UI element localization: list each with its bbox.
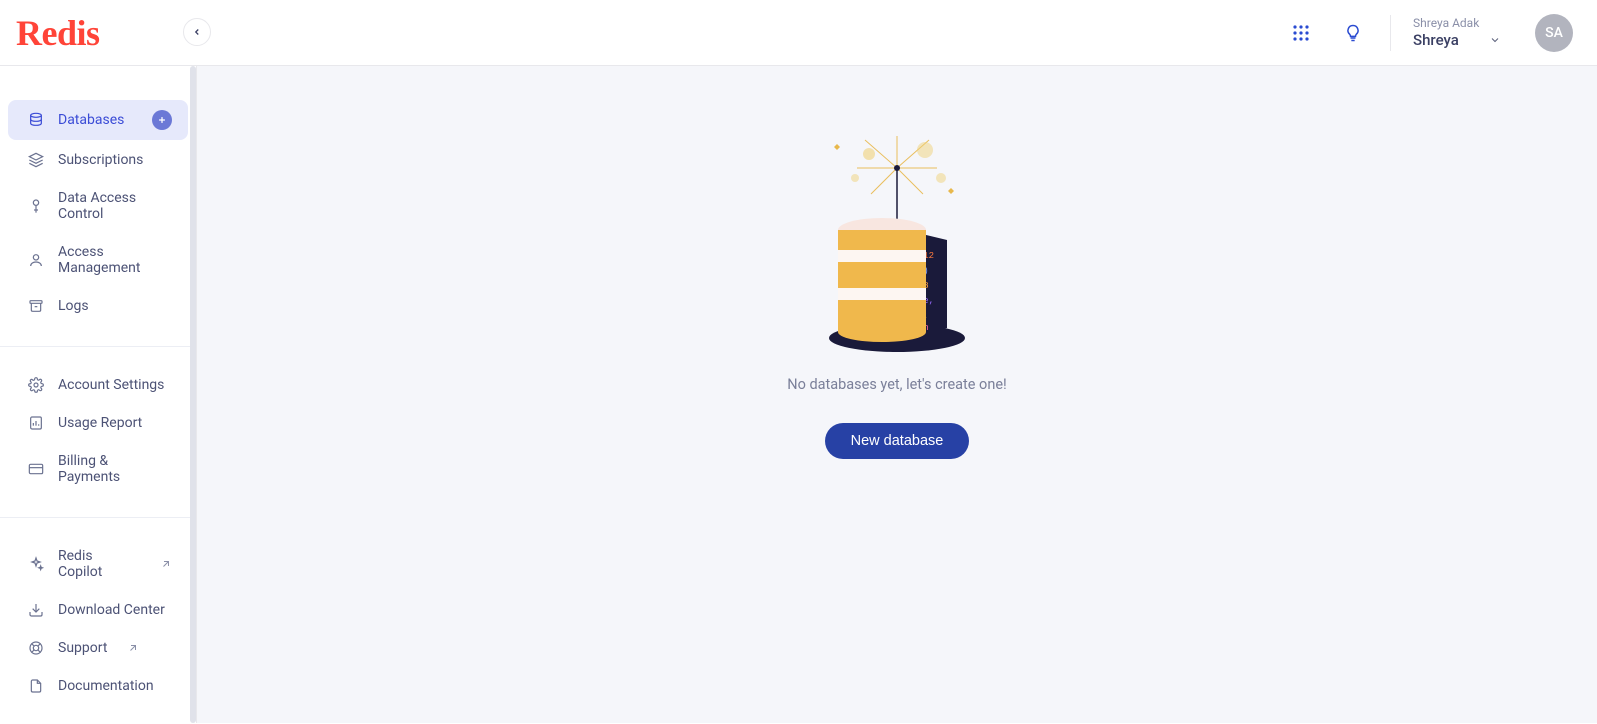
tips-button[interactable] xyxy=(1338,18,1368,48)
sidebar-item-label: Billing & Payments xyxy=(58,453,172,485)
collapse-sidebar-button[interactable] xyxy=(183,18,211,46)
sidebar-item-label: Support xyxy=(58,640,107,656)
sidebar-item-label: Data Access Control xyxy=(58,190,172,222)
sidebar-item-label: Download Center xyxy=(58,602,165,618)
sidebar-item-label: Databases xyxy=(58,112,124,128)
archive-icon xyxy=(28,298,44,314)
download-icon xyxy=(28,602,44,618)
header-divider xyxy=(1390,15,1391,51)
lifebuoy-icon xyxy=(28,640,44,656)
sidebar-item-label: Access Management xyxy=(58,244,172,276)
gear-icon xyxy=(28,377,44,393)
user-fullname: Shreya Adak xyxy=(1413,16,1513,30)
sidebar-item-label: Documentation xyxy=(58,678,154,694)
sidebar-item-redis-copilot[interactable]: Redis Copilot xyxy=(8,538,188,590)
add-database-badge[interactable] xyxy=(152,110,172,130)
database-icon xyxy=(28,112,44,128)
sparkle-icon xyxy=(28,556,44,572)
user-account: Shreya xyxy=(1413,31,1459,49)
credit-card-icon xyxy=(28,461,44,477)
apps-grid-button[interactable] xyxy=(1286,18,1316,48)
header: Redis Shreya Adak Shreya SA xyxy=(0,0,1597,66)
plus-icon xyxy=(157,115,167,125)
sidebar-item-label: Usage Report xyxy=(58,415,142,431)
empty-state-illustration: :"#12 {}() 5678 name, set hash xyxy=(807,128,987,358)
chevron-down-icon xyxy=(1489,34,1501,46)
nav-section-main: Databases Subscriptions Data Access Cont… xyxy=(0,100,196,344)
layers-icon xyxy=(28,152,44,168)
redis-logo[interactable]: Redis xyxy=(16,12,100,54)
nav-section-links: Redis Copilot Download Center Support Do… xyxy=(0,517,196,724)
apps-grid-icon xyxy=(1292,24,1310,42)
sidebar: Databases Subscriptions Data Access Cont… xyxy=(0,66,197,723)
sidebar-item-documentation[interactable]: Documentation xyxy=(8,668,188,704)
sidebar-item-support[interactable]: Support xyxy=(8,630,188,666)
sidebar-item-data-access-control[interactable]: Data Access Control xyxy=(8,180,188,232)
sidebar-item-databases[interactable]: Databases xyxy=(8,100,188,140)
sidebar-item-label: Redis Copilot xyxy=(58,548,140,580)
user-row: Shreya xyxy=(1413,31,1513,49)
document-icon xyxy=(28,678,44,694)
body-wrap: Databases Subscriptions Data Access Cont… xyxy=(0,66,1597,723)
sidebar-item-label: Subscriptions xyxy=(58,152,143,168)
report-icon xyxy=(28,415,44,431)
lightbulb-icon xyxy=(1343,23,1363,43)
logo-area: Redis xyxy=(16,12,100,54)
chevron-left-icon xyxy=(192,27,202,37)
sidebar-item-account-settings[interactable]: Account Settings xyxy=(8,367,188,403)
main-content: :"#12 {}() 5678 name, set hash No databa… xyxy=(197,66,1597,723)
sidebar-item-label: Account Settings xyxy=(58,377,164,393)
new-database-button[interactable]: New database xyxy=(825,423,970,459)
sidebar-item-billing-payments[interactable]: Billing & Payments xyxy=(8,443,188,495)
nav-section-settings: Account Settings Usage Report Billing & … xyxy=(0,346,196,515)
sidebar-item-label: Logs xyxy=(58,298,89,314)
sidebar-item-usage-report[interactable]: Usage Report xyxy=(8,405,188,441)
sidebar-item-logs[interactable]: Logs xyxy=(8,288,188,324)
header-right: Shreya Adak Shreya SA xyxy=(1286,14,1573,52)
sidebar-scrollbar[interactable] xyxy=(190,66,196,723)
avatar[interactable]: SA xyxy=(1535,14,1573,52)
empty-state-message: No databases yet, let's create one! xyxy=(787,376,1007,393)
user-menu[interactable]: Shreya Adak Shreya xyxy=(1413,16,1513,48)
key-icon xyxy=(28,198,44,214)
sidebar-item-subscriptions[interactable]: Subscriptions xyxy=(8,142,188,178)
user-icon xyxy=(28,252,44,268)
sidebar-item-access-management[interactable]: Access Management xyxy=(8,234,188,286)
sidebar-item-download-center[interactable]: Download Center xyxy=(8,592,188,628)
external-link-icon xyxy=(127,642,139,654)
external-link-icon xyxy=(160,558,172,570)
